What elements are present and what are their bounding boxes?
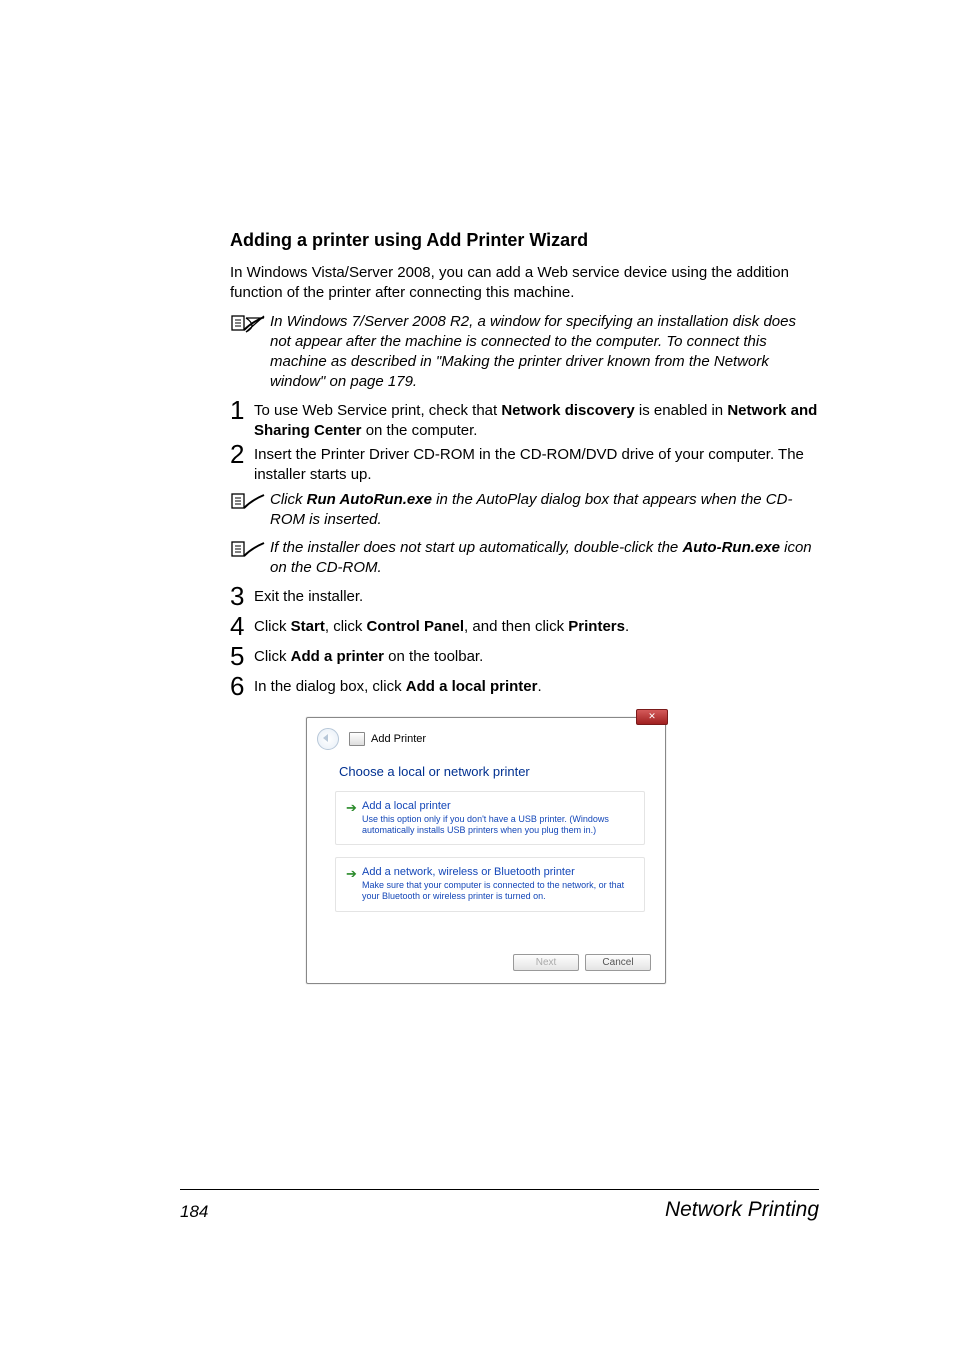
t: Start [291,618,325,635]
page-number: 184 [180,1202,208,1222]
note-3-text: If the installer does not start up autom… [270,538,819,579]
dialog-header-label: Add Printer [371,733,426,745]
step-1-text: To use Web Service print, check that Net… [254,401,819,442]
t: . [625,618,629,635]
arrow-right-icon: ➔ [346,801,357,814]
arrow-right-icon: ➔ [346,867,357,880]
step-3-text: Exit the installer. [254,587,363,607]
printer-icon [349,732,365,746]
option-desc: Use this option only if you don't have a… [362,814,634,837]
section-heading: Adding a printer using Add Printer Wizar… [230,230,819,251]
dialog-main-title: Choose a local or network printer [307,758,665,791]
footer-title: Network Printing [665,1198,819,1222]
step-5-text: Click Add a printer on the toolbar. [254,647,483,667]
step-6: 6 In the dialog box, click Add a local p… [230,677,819,703]
step-number: 5 [230,643,250,669]
t: Next [536,957,557,968]
option-desc: Make sure that your computer is connecte… [362,880,634,903]
step-5: 5 Click Add a printer on the toolbar. [230,647,819,673]
option-title: Add a local printer [362,800,634,812]
t: on the computer. [362,422,478,439]
t: Click [254,618,291,635]
close-icon[interactable]: ✕ [636,709,668,725]
t: Add a printer [291,648,384,665]
step-3: 3 Exit the installer. [230,587,819,613]
option-title: Add a network, wireless or Bluetooth pri… [362,866,634,878]
note-icon [230,538,270,562]
t: Cancel [602,957,633,968]
dialog-header: Add Printer [307,718,665,758]
step-number: 1 [230,397,250,423]
note-2: Click Run AutoRun.exe in the AutoPlay di… [230,490,819,531]
t: Add a local printer [406,678,538,695]
t: In the dialog box, click [254,678,406,695]
note-icon [230,490,270,514]
step-2-text: Insert the Printer Driver CD-ROM in the … [254,445,819,486]
step-number: 4 [230,613,250,639]
next-button[interactable]: Next [513,954,579,971]
option-add-network-printer[interactable]: ➔ Add a network, wireless or Bluetooth p… [335,857,645,912]
step-4: 4 Click Start, click Control Panel, and … [230,617,819,643]
t: Run AutoRun.exe [307,491,432,508]
t: Auto-Run.exe [682,539,780,556]
t: If the installer does not start up autom… [270,539,682,556]
cancel-button[interactable]: Cancel [585,954,651,971]
add-printer-dialog: ✕ Add Printer Choose a local or network … [306,717,666,984]
step-2: 2 Insert the Printer Driver CD-ROM in th… [230,445,819,486]
t: , and then click [464,618,568,635]
t: Control Panel [367,618,465,635]
option-add-local-printer[interactable]: ➔ Add a local printer Use this option on… [335,791,645,846]
t: Printers [568,618,625,635]
back-icon[interactable] [317,728,339,750]
note-icon [230,312,270,336]
t: Click [270,491,307,508]
t: on the toolbar. [384,648,483,665]
note-1-text: In Windows 7/Server 2008 R2, a window fo… [270,312,819,393]
step-6-text: In the dialog box, click Add a local pri… [254,677,542,697]
step-number: 3 [230,583,250,609]
note-1: In Windows 7/Server 2008 R2, a window fo… [230,312,819,393]
step-number: 2 [230,441,250,467]
intro-paragraph: In Windows Vista/Server 2008, you can ad… [230,263,819,304]
t: Network discovery [501,402,634,419]
note-3: If the installer does not start up autom… [230,538,819,579]
step-1: 1 To use Web Service print, check that N… [230,401,819,442]
note-2-text: Click Run AutoRun.exe in the AutoPlay di… [270,490,819,531]
footer-rule [180,1189,819,1190]
step-number: 6 [230,673,250,699]
t: . [537,678,541,695]
t: To use Web Service print, check that [254,402,501,419]
t: is enabled in [635,402,728,419]
step-4-text: Click Start, click Control Panel, and th… [254,617,629,637]
t: , click [325,618,367,635]
t: Click [254,648,291,665]
